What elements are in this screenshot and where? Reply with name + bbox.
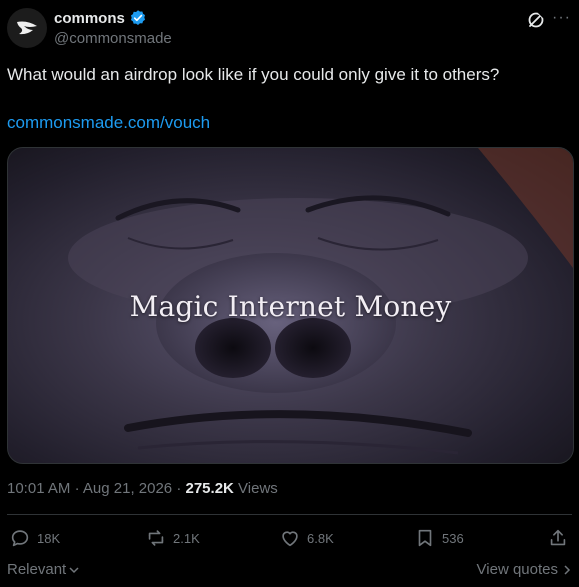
- bookmark-button[interactable]: 536: [414, 527, 464, 549]
- tweet-media-video[interactable]: Magic Internet Money: [7, 147, 574, 464]
- commons-logo-icon: [17, 21, 37, 35]
- bookmark-count: 536: [442, 530, 464, 546]
- tweet-link[interactable]: commonsmade.com/vouch: [7, 112, 210, 134]
- bookmark-icon: [418, 529, 432, 547]
- reply-icon: [11, 530, 29, 547]
- divider: [7, 514, 572, 515]
- repost-icon: [148, 530, 164, 546]
- share-button[interactable]: [547, 527, 569, 549]
- repost-button[interactable]: 2.1K: [145, 527, 200, 549]
- chevron-down-icon: [69, 566, 79, 573]
- view-quotes-label: View quotes: [476, 561, 558, 578]
- tweet-time[interactable]: 10:01 AM: [7, 480, 70, 497]
- more-icon[interactable]: ···: [552, 8, 572, 28]
- grok-icon[interactable]: [526, 10, 546, 30]
- author-display-name[interactable]: commons: [54, 10, 125, 27]
- view-quotes-link[interactable]: View quotes: [477, 561, 572, 578]
- chevron-right-icon: [564, 564, 571, 575]
- media-overlay-caption: Magic Internet Money: [129, 290, 452, 323]
- reply-count: 18K: [37, 530, 61, 546]
- sort-label: Relevant: [7, 561, 67, 578]
- like-button[interactable]: 6.8K: [279, 527, 334, 549]
- tweet-text: What would an airdrop look like if you c…: [7, 65, 500, 84]
- verified-badge-icon: [130, 10, 145, 25]
- reply-button[interactable]: 18K: [9, 527, 60, 549]
- like-count: 6.8K: [307, 530, 334, 546]
- repost-count: 2.1K: [173, 530, 200, 546]
- sort-replies-dropdown[interactable]: Relevant: [7, 561, 80, 578]
- replies-toolbar: Relevant View quotes: [7, 561, 572, 581]
- author-avatar[interactable]: [7, 8, 47, 48]
- tweet-actions: 18K 2.1K 6.8K 536: [7, 527, 572, 551]
- meta-separator: ·: [176, 480, 186, 497]
- share-icon: [550, 529, 566, 546]
- tweet-meta: 10:01 AM · Aug 21, 2026 · 275.2K Views: [7, 480, 278, 497]
- meta-separator: ·: [74, 480, 83, 497]
- author-name-row[interactable]: commons: [54, 9, 147, 27]
- like-icon: [282, 531, 298, 547]
- views-count: 275.2K: [185, 480, 234, 497]
- views-label: Views: [238, 480, 278, 497]
- author-handle[interactable]: @commonsmade: [54, 30, 172, 47]
- tweet-date[interactable]: Aug 21, 2026: [83, 480, 172, 497]
